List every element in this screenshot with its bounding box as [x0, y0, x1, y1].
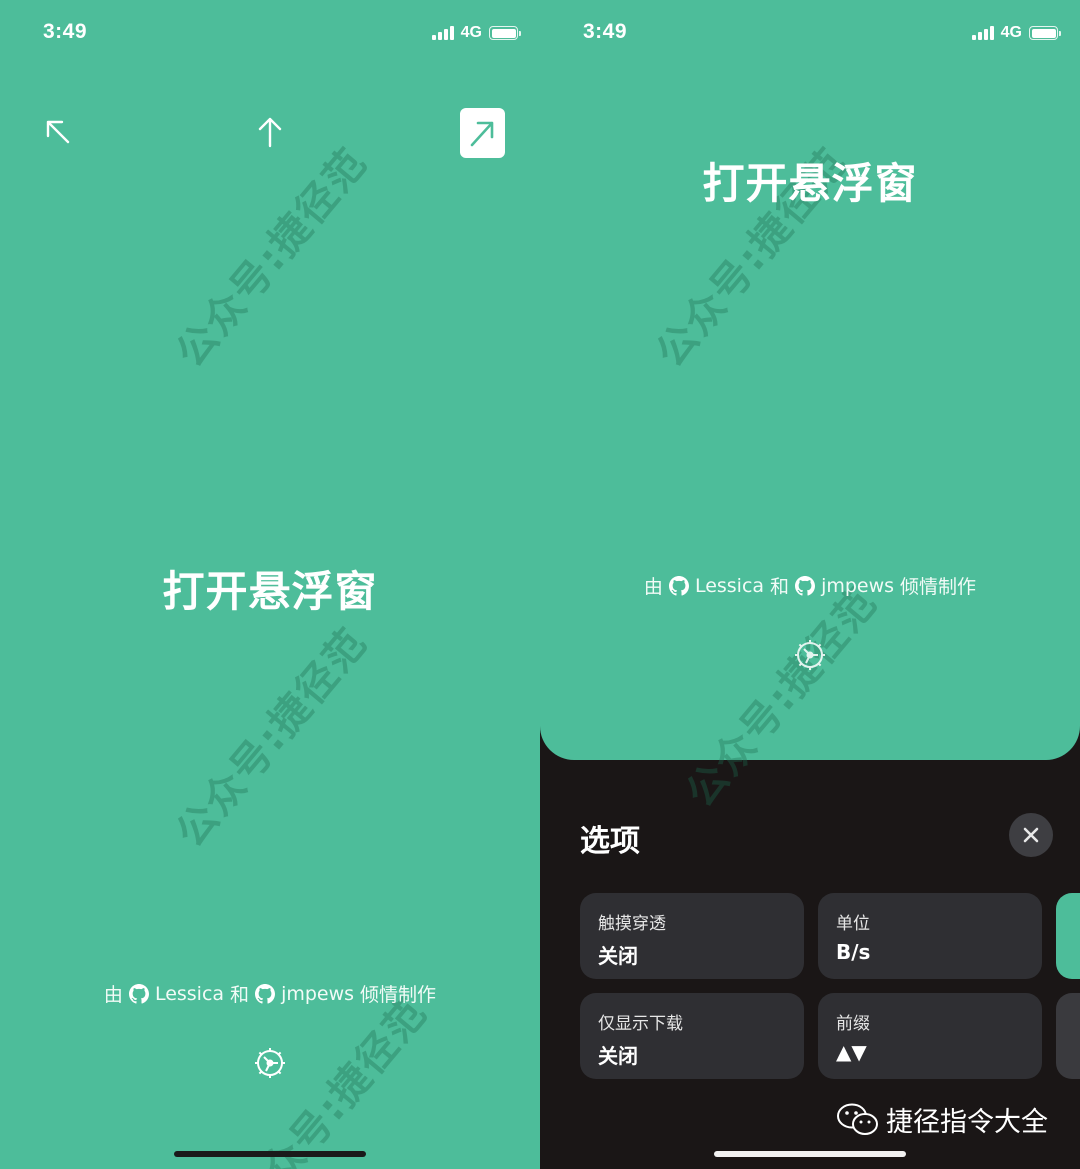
credits-by: 由 — [103, 984, 123, 1006]
credits-author2[interactable]: jmpews — [281, 983, 354, 1005]
open-floating-window-title[interactable]: 打开悬浮窗 — [540, 150, 1080, 211]
signal-icon — [431, 26, 454, 40]
network-label: 4G — [460, 24, 482, 41]
status-time: 3:49 — [43, 20, 88, 43]
credits-author1[interactable]: Lessica — [695, 575, 764, 597]
status-time: 3:49 — [583, 20, 628, 43]
option-card-touch-through[interactable]: 触摸穿透 关闭 — [580, 893, 804, 979]
home-indicator[interactable] — [174, 1151, 366, 1157]
credits-suffix: 倾情制作 — [900, 576, 977, 598]
wechat-icon — [837, 1103, 878, 1135]
brand-watermark: 捷径指令大全 — [836, 1100, 1048, 1139]
github-icon — [255, 983, 276, 1004]
battery-icon — [1029, 26, 1061, 40]
github-icon — [668, 575, 689, 596]
home-indicator[interactable] — [714, 1151, 906, 1157]
option-card-unit[interactable]: 单位 B/s — [818, 893, 1042, 979]
close-button[interactable] — [1009, 813, 1053, 857]
github-icon — [795, 575, 816, 596]
option-label: 仅显示下载 — [598, 1014, 683, 1034]
credits-by: 由 — [643, 576, 663, 598]
status-indicators: 4G — [971, 24, 1061, 42]
option-value: ▲▼ — [836, 1040, 867, 1064]
option-value: 关闭 — [598, 1044, 638, 1068]
credits-line: 由 Lessica 和 jmpews 倾情制作 — [540, 572, 1080, 599]
arrow-up-left-icon[interactable] — [44, 118, 72, 146]
option-value: B/s — [836, 940, 871, 964]
gear-icon[interactable] — [792, 637, 828, 673]
option-label: 单位 — [836, 914, 870, 934]
github-icon — [128, 983, 149, 1004]
open-floating-window-title[interactable]: 打开悬浮窗 — [0, 558, 540, 619]
status-indicators: 4G — [431, 24, 521, 42]
gear-icon[interactable] — [252, 1045, 288, 1081]
credits-and: 和 — [230, 984, 250, 1006]
option-card-offscreen[interactable] — [1056, 893, 1080, 979]
battery-icon — [489, 26, 521, 40]
credits-author1[interactable]: Lessica — [155, 983, 224, 1005]
signal-icon — [971, 26, 994, 40]
phone-right-screen: 3:49 4G 公众号:捷径范 公众号:捷径范 打开悬浮窗 由 Lessica … — [540, 0, 1080, 1169]
credits-line: 由 Lessica 和 jmpews 倾情制作 — [0, 980, 540, 1007]
options-title: 选项 — [580, 824, 640, 859]
option-card-prefix[interactable]: 前缀 ▲▼ — [818, 993, 1042, 1079]
credits-and: 和 — [770, 576, 790, 598]
credits-suffix: 倾情制作 — [360, 984, 437, 1006]
close-icon — [1023, 827, 1039, 843]
option-label: 前缀 — [836, 1014, 870, 1034]
option-value: 关闭 — [598, 944, 638, 968]
option-label: 触摸穿透 — [598, 914, 666, 934]
brand-text: 捷径指令大全 — [886, 1107, 1048, 1138]
option-card-download-only[interactable]: 仅显示下载 关闭 — [580, 993, 804, 1079]
network-label: 4G — [1000, 24, 1022, 41]
credits-author2[interactable]: jmpews — [821, 575, 894, 597]
option-card-offscreen[interactable] — [1056, 993, 1080, 1079]
arrow-up-icon[interactable] — [256, 116, 284, 148]
arrow-up-right-icon[interactable] — [460, 108, 505, 158]
phone-left-screen: 3:49 4G 公众号:捷径范 公众号:捷径范 公众号:捷径范 打开悬浮窗 由 … — [0, 0, 540, 1169]
